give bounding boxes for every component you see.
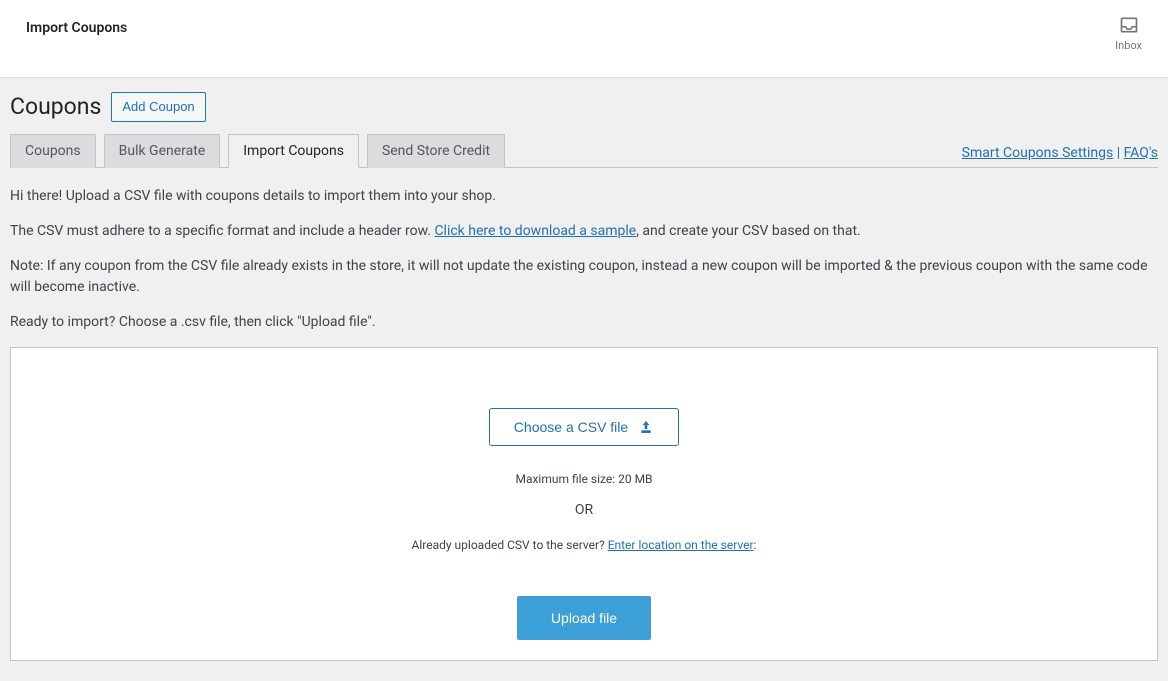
intro-p2-suffix: , and create your CSV based on that. [636,223,861,239]
top-header-title: Import Coupons [26,15,127,36]
already-uploaded-prefix: Already uploaded CSV to the server? [412,538,608,552]
intro-p2: The CSV must adhere to a specific format… [10,221,1158,242]
intro-p2-prefix: The CSV must adhere to a specific format… [10,223,434,239]
page-title: Coupons [10,93,101,120]
faqs-link[interactable]: FAQ's [1124,145,1158,161]
enter-server-location-link[interactable]: Enter location on the server [608,538,754,552]
tabs-row: Coupons Bulk Generate Import Coupons Sen… [10,134,1158,168]
upload-file-button[interactable]: Upload file [517,596,651,640]
tab-bulk-generate[interactable]: Bulk Generate [104,134,221,168]
top-header-bar: Import Coupons Inbox [0,0,1168,78]
tab-coupons[interactable]: Coupons [10,134,96,168]
intro-p1: Hi there! Upload a CSV file with coupons… [10,186,1158,207]
intro-p4: Ready to import? Choose a .csv file, the… [10,312,1158,333]
tab-import-coupons[interactable]: Import Coupons [228,134,359,168]
already-uploaded-row: Already uploaded CSV to the server? Ente… [31,538,1137,552]
upload-panel: Choose a CSV file Maximum file size: 20 … [10,347,1158,661]
add-coupon-button[interactable]: Add Coupon [111,92,205,122]
max-file-size-text: Maximum file size: 20 MB [31,472,1137,486]
tabs-container: Coupons Bulk Generate Import Coupons Sen… [10,134,505,167]
or-separator: OR [31,502,1137,518]
inbox-icon [1118,15,1140,35]
inbox-label: Inbox [1115,39,1142,52]
settings-links: Smart Coupons Settings | FAQ's [962,145,1158,167]
already-uploaded-suffix: : [754,538,757,552]
smart-coupons-settings-link[interactable]: Smart Coupons Settings [962,145,1114,161]
settings-links-separator: | [1113,145,1123,161]
page-heading-row: Coupons Add Coupon [10,86,1158,134]
choose-csv-file-label: Choose a CSV file [514,419,628,435]
intro-p3: Note: If any coupon from the CSV file al… [10,256,1158,298]
tab-send-store-credit[interactable]: Send Store Credit [367,134,505,168]
download-sample-link[interactable]: Click here to download a sample [434,223,636,239]
intro-text-block: Hi there! Upload a CSV file with coupons… [10,168,1158,333]
content-area: Coupons Add Coupon Coupons Bulk Generate… [0,78,1168,681]
inbox-button[interactable]: Inbox [1115,15,1142,52]
upload-icon [638,419,654,435]
choose-csv-file-button[interactable]: Choose a CSV file [489,408,679,446]
